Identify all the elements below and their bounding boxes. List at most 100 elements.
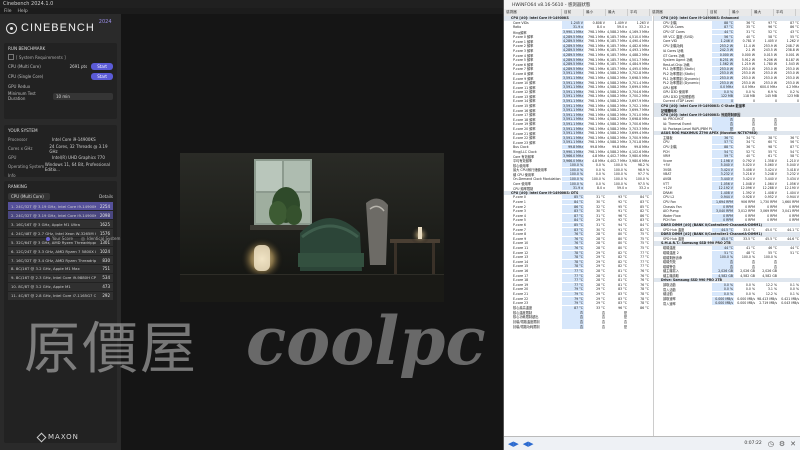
sensor-row[interactable]: AVSB 3.440 V 3.424 V 3.440 V 3.434 V (654, 177, 800, 182)
sensor-row[interactable]: P-core 1 84 °C 30 °C 92 °C 83 °C (504, 200, 652, 205)
sensor-row[interactable]: E-core 23 頻率 3,591.1 MHz 798.1 MHz 4,588.2 … (504, 140, 652, 145)
sensor-section-header[interactable]: CPU [#0]: Intel Core i9-14900KS (504, 16, 652, 21)
col-sensor-right[interactable]: 感測器 (650, 9, 708, 16)
nav-back-icon[interactable]: ◀▶ (508, 440, 519, 448)
sensor-row[interactable]: PCH Fan 0 RPM 0 RPM 0 RPM 0 RPM (654, 218, 800, 223)
sensor-row[interactable]: P-core 5 84 °C 29 °C 92 °C 83 °C (504, 218, 652, 223)
col-min-right[interactable]: 最小 (730, 9, 752, 16)
duration-select[interactable]: 10 min (53, 92, 113, 100)
ranking-row[interactable]: 2. 24C/32T @ 3.19 GHz, Intel Core i9-149… (8, 210, 113, 220)
col-min[interactable]: 最小 (584, 9, 606, 16)
sensor-min: 798.1 MHz (588, 62, 605, 67)
maxon-word: MAXON (48, 433, 79, 441)
sensor-row[interactable]: Vcore 1.198 V 0.792 V 1.358 V 1.210 V (654, 158, 800, 163)
sensor-max: 3.248 V (764, 172, 777, 177)
col-current[interactable]: 目前 (562, 9, 584, 16)
sensor-row[interactable]: CPU IA Cores 87 °C 35 °C 96 °C 86 °C (654, 25, 800, 30)
sensor-row[interactable]: CPU 封裝 88 °C 36 °C 98 °C 87 °C (654, 144, 800, 149)
menu-help[interactable]: Help (18, 9, 28, 14)
sensor-row[interactable]: AIO Pump 3,040 RPM 3,012 RPM 3,069 RPM 3,041… (654, 209, 800, 214)
sensor-row[interactable]: E-core 22 79 °C 29 °C 83 °C 78 °C (504, 296, 652, 301)
sensor-row[interactable]: VTT 1.056 V 1.048 V 1.064 V 1.056 V (654, 181, 800, 186)
cinebench-titlebar[interactable]: Cinebench 2024.1.0 (0, 0, 503, 8)
ranking-dropdown[interactable]: CPU (Multi Core) (8, 193, 50, 200)
ranking-row[interactable]: 3. 16C/16T @ 3 GHz, Apple M1 Ultra 1625 (8, 219, 113, 229)
sensor-pane-right[interactable]: CPU [#0]: Intel Core i9-14900KS: Enhance… (653, 16, 800, 436)
ranking-row[interactable]: 9. 8C/16T @ 2.3 GHz, Intel Core i9-9880H… (8, 273, 113, 283)
sensor-row[interactable]: E-core 18 77 °C 28 °C 81 °C 76 °C (504, 278, 652, 283)
sensor-row[interactable]: P-core 3 83 °C 30 °C 91 °C 82 °C (504, 209, 652, 214)
col-sensor[interactable]: 感測器 (504, 9, 562, 16)
sensor-row[interactable]: DRAM 1.408 V 1.392 V 1.408 V 1.404 V (654, 190, 800, 196)
sensor-row[interactable]: E-core 11 76 °C 28 °C 80 °C 75 °C (504, 245, 652, 251)
ranking-row[interactable]: 11. 4C/8T @ 2.8 GHz, Intel Core i7-1165G… (8, 291, 113, 301)
sensor-section-header[interactable]: CPU [#0]: Intel Core i9-14900KS: DTS (504, 190, 652, 196)
nav-forward-icon[interactable]: ◀▶ (523, 440, 534, 448)
sensor-row[interactable]: P-core 7 83 °C 30 °C 91 °C 82 °C (504, 227, 652, 232)
sensor-row[interactable]: VRM 59 °C 40 °C 61 °C 58 °C (654, 154, 800, 159)
sensor-row[interactable]: +12V 12.192 V 12.096 V 12.288 V 12.190 V (654, 186, 800, 191)
details-toggle[interactable]: Details (99, 194, 113, 199)
col-avg[interactable]: 平均 (628, 9, 650, 16)
sensor-row[interactable]: E-core 12 78 °C 29 °C 82 °C 77 °C (504, 250, 652, 255)
ranking-row[interactable]: 7. 16C/32T @ 3.4 GHz, AMD Ryzen Threadri… (8, 255, 113, 265)
col-max-right[interactable]: 最大 (752, 9, 774, 16)
sensor-row[interactable]: E-core 10 76 °C 28 °C 80 °C 75 °C (504, 241, 652, 246)
close-icon[interactable]: ✕ (790, 440, 796, 448)
sensor-row[interactable]: P-core 0 85 °C 31 °C 93 °C 84 °C (504, 195, 652, 200)
sensor-row[interactable]: E-core 16 77 °C 28 °C 81 °C 76 °C (504, 268, 652, 274)
sensor-row[interactable]: P-core 2 86 °C 32 °C 95 °C 85 °C (504, 204, 652, 209)
sensor-current: 78 °C (562, 250, 584, 255)
start-single-button[interactable]: Start (91, 72, 113, 80)
sensor-row[interactable]: VR VCC 溫度 (SVID) 56 °C 40 °C 58 °C 55 °C (654, 34, 800, 39)
sensor-min: 798.1 MHz (588, 30, 605, 35)
ranking-cpu-name: 4. 24C/48T @ 2.7 GHz, Intel Xeon W-3265M… (11, 230, 96, 236)
sensor-row[interactable]: GPU D3D 記憶體動態 122 MB 118 MB 145 MB 123 MB (654, 94, 800, 99)
ranking-row[interactable]: 6. 12C/24T @ 3.3 GHz, AMD Ryzen 7 5800X … (8, 246, 113, 256)
sensor-row[interactable]: E-core 19 77 °C 28 °C 81 °C 76 °C (504, 282, 652, 287)
start-multi-button[interactable]: Start (91, 62, 113, 70)
sensor-row[interactable]: Bus Clock 99.8 MHz 99.8 MHz 99.8 MHz 99.8 MH… (504, 144, 652, 150)
settings-icon[interactable]: ⚙ (779, 440, 785, 448)
sensor-pane-left[interactable]: CPU [#0]: Intel Core i9-14900KS Core VIDs… (504, 16, 652, 436)
sensor-row[interactable]: 寫入速率 0.000 MB/s 0.000 MB/s 2.719 MB/s 0.043 … (654, 301, 800, 306)
sensor-row[interactable]: E-core 9 76 °C 28 °C 80 °C 75 °C (504, 236, 652, 242)
sensor-current: 85 °C (562, 195, 584, 200)
sensor-row[interactable]: CPU Fan 1,694 RPM 906 RPM 1,730 RPM 1,660 RP… (654, 200, 800, 205)
sensor-row[interactable]: E-core 20 79 °C 29 °C 83 °C 78 °C (504, 287, 652, 292)
sensor-row[interactable]: P-core 4 87 °C 31 °C 96 °C 86 °C (504, 213, 652, 219)
ranking-row[interactable]: 1. 24C/32T @ 3.19 GHz, Intel Core i9-149… (8, 202, 113, 211)
sensor-row[interactable]: 3VSB 3.424 V 3.408 V 3.424 V 3.418 V (654, 167, 800, 173)
system-requirements-checkbox[interactable]: [ System Requirements ] (4, 53, 117, 61)
hwinfo-titlebar[interactable]: HWiNFO64 v8.16-5610 - 感測器狀態 (504, 0, 800, 9)
sensor-row[interactable]: Chassis Fan 0 RPM 0 RPM 0 RPM 0 RPM (654, 204, 800, 209)
sensor-row[interactable]: PCH 54 °C 52 °C 55 °C 54 °C (654, 149, 800, 154)
sensor-name: Bus Clock (513, 144, 529, 149)
sensor-row[interactable]: CPU 封裝 88 °C 36 °C 97 °C 87 °C (654, 20, 800, 25)
sensor-row[interactable]: E-core 13 78 °C 29 °C 82 °C 77 °C (504, 255, 652, 260)
sensor-row[interactable]: 總 CPU 使用率 100.0 % 0.0 % 100.0 % 97.7 % (504, 172, 652, 177)
sensor-row[interactable]: SPD Hub 溫度 44.5 °C 33.0 °C 45.0 °C 44.1 °C (654, 227, 800, 232)
sensor-row[interactable]: E-core 17 77 °C 28 °C 81 °C 76 °C (504, 273, 652, 278)
sensor-row[interactable]: E-core 21 79 °C 29 °C 83 °C 78 °C (504, 291, 652, 297)
col-avg-right[interactable]: 平均 (774, 9, 796, 16)
sensor-row[interactable]: +5V 5.040 V 5.020 V 5.060 V 5.040 V (654, 163, 800, 168)
sensor-row[interactable]: CPU 頻率限制 31.9 x 8.0 x 59.0 x 33.2 x (504, 186, 652, 191)
sensor-row[interactable]: CPU L2 0.944 V 0.928 V 0.952 V 0.944 V (654, 195, 800, 200)
ranking-row[interactable]: 8. 8C/16T @ 3.2 GHz, Apple M1 Max 751 (8, 264, 113, 274)
sensor-row[interactable]: P-core 6 85 °C 31 °C 94 °C 84 °C (504, 223, 652, 228)
sensor-row[interactable]: 主機板 36 °C 34 °C 38 °C 36 °C (654, 135, 800, 140)
clock-icon[interactable]: ◷ (768, 440, 774, 448)
sensor-row[interactable]: E-core 14 78 °C 29 °C 82 °C 77 °C (504, 259, 652, 264)
ranking-row[interactable]: 10. 8C/8T @ 3.2 GHz, Apple M1 473 (8, 282, 113, 292)
menu-file[interactable]: File (4, 9, 12, 14)
sensor-row[interactable]: Water Flow 0 RPM 0 RPM 0 RPM 0 RPM (654, 213, 800, 219)
sensor-row[interactable]: E-core 8 76 °C 28 °C 80 °C 75 °C (504, 232, 652, 237)
sensor-row[interactable]: Core VIDs 1.245 V 0.808 V 1.409 V 1.263 V (504, 20, 652, 26)
sensor-row[interactable]: E-core 15 78 °C 29 °C 82 °C 77 °C (504, 264, 652, 269)
col-max[interactable]: 最大 (606, 9, 628, 16)
col-current-right[interactable]: 目前 (708, 9, 730, 16)
sensor-row[interactable]: VBAT 3.232 V 3.216 V 3.248 V 3.232 V (654, 172, 800, 177)
sensor-row[interactable]: SPD Hub 溫度 45.0 °C 33.5 °C 45.5 °C 44.6 °C (654, 236, 800, 241)
sensor-row[interactable]: 封裝/環路功耗限制 否 否 是 (504, 323, 652, 329)
